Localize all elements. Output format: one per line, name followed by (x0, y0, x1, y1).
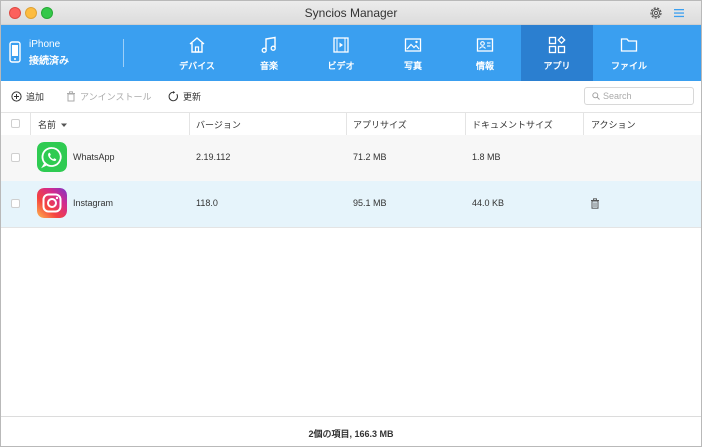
tab-info[interactable]: 情報 (449, 25, 521, 81)
row-checkbox[interactable] (11, 153, 20, 162)
device-info[interactable]: iPhone 接続済み (9, 37, 119, 71)
app-name: WhatsApp (73, 152, 115, 162)
delete-app-trash-icon[interactable] (590, 198, 600, 209)
home-icon (189, 37, 205, 53)
search-box[interactable] (584, 87, 694, 105)
column-divider (465, 113, 466, 135)
main-nav: iPhone 接続済み デバイス 音楽 ビデオ 写真 情報 アプリ ファイル (1, 25, 701, 81)
column-divider (583, 113, 584, 135)
photo-icon (404, 38, 422, 52)
doc-size: 44.0 KB (472, 198, 505, 208)
folder-icon (620, 38, 638, 52)
tab-label: 情報 (475, 61, 494, 71)
plus-circle-icon (11, 91, 22, 102)
toolbar: 追加 アンインストール 更新 (1, 82, 701, 112)
column-divider (30, 113, 31, 135)
uninstall-label: アンインストール (80, 92, 152, 102)
app-window: Syncios Manager iPhone 接続済み デバイス 音楽 ビデオ … (0, 0, 702, 447)
app-version: 2.19.112 (196, 152, 231, 162)
doc-size: 1.8 MB (472, 152, 501, 162)
video-icon (333, 37, 349, 53)
tab-label: デバイス (179, 61, 215, 71)
tab-label: 音楽 (259, 61, 278, 71)
refresh-icon (168, 91, 178, 102)
app-size: 71.2 MB (353, 152, 387, 162)
search-icon (592, 92, 600, 100)
add-label: 追加 (26, 92, 45, 102)
tab-files[interactable]: ファイル (593, 25, 665, 81)
refresh-label: 更新 (183, 92, 202, 102)
whatsapp-app-icon (37, 142, 67, 172)
row-checkbox[interactable] (11, 199, 20, 208)
instagram-app-icon (37, 188, 67, 218)
search-input[interactable] (603, 89, 689, 103)
table-row[interactable]: WhatsApp 2.19.112 71.2 MB 1.8 MB (1, 135, 701, 182)
sort-down-icon (60, 123, 67, 127)
tab-label: 写真 (403, 61, 422, 71)
menu-icon[interactable] (671, 5, 687, 21)
app-name: Instagram (73, 198, 114, 208)
app-version: 118.0 (196, 198, 218, 208)
apps-icon (548, 36, 566, 54)
tab-video[interactable]: ビデオ (305, 25, 377, 81)
table-header: 名前 バージョン アプリサイズ ドキュメントサイズ アクション (1, 112, 701, 136)
device-status: 接続済み (29, 56, 69, 67)
column-app-size-header[interactable]: アプリサイズ (353, 118, 407, 131)
tab-device[interactable]: デバイス (161, 25, 233, 81)
phone-icon (9, 41, 21, 63)
column-divider (346, 113, 347, 135)
nav-divider (123, 39, 124, 67)
tab-label: アプリ (543, 61, 571, 71)
app-size: 95.1 MB (353, 198, 387, 208)
status-footer: 2個の項目, 166.3 MB (1, 416, 701, 446)
window-title: Syncios Manager (304, 6, 398, 20)
gear-icon[interactable] (648, 5, 664, 21)
column-version-header[interactable]: バージョン (196, 118, 241, 131)
select-all-checkbox[interactable] (11, 119, 20, 128)
refresh-button[interactable]: 更新 (168, 90, 201, 103)
items-summary: 2個の項目, 166.3 MB (308, 429, 394, 439)
column-divider (189, 113, 190, 135)
tab-label: ビデオ (327, 61, 355, 71)
column-action-header: アクション (591, 120, 636, 130)
uninstall-button[interactable]: アンインストール (66, 90, 151, 103)
tab-music[interactable]: 音楽 (233, 25, 305, 81)
device-name: iPhone (29, 39, 61, 50)
title-bar: Syncios Manager (1, 1, 701, 25)
column-doc-size-header[interactable]: ドキュメントサイズ (472, 118, 553, 131)
column-name-header[interactable]: 名前 (38, 118, 67, 131)
contact-icon (476, 38, 494, 52)
tab-label: ファイル (610, 61, 647, 71)
music-icon (261, 36, 276, 53)
add-button[interactable]: 追加 (11, 90, 44, 103)
column-name-label: 名前 (38, 120, 57, 130)
tab-photo[interactable]: 写真 (377, 25, 449, 81)
tab-apps[interactable]: アプリ (521, 25, 593, 81)
table-row[interactable]: Instagram 118.0 95.1 MB 44.0 KB (1, 181, 701, 228)
trash-icon (67, 91, 75, 102)
